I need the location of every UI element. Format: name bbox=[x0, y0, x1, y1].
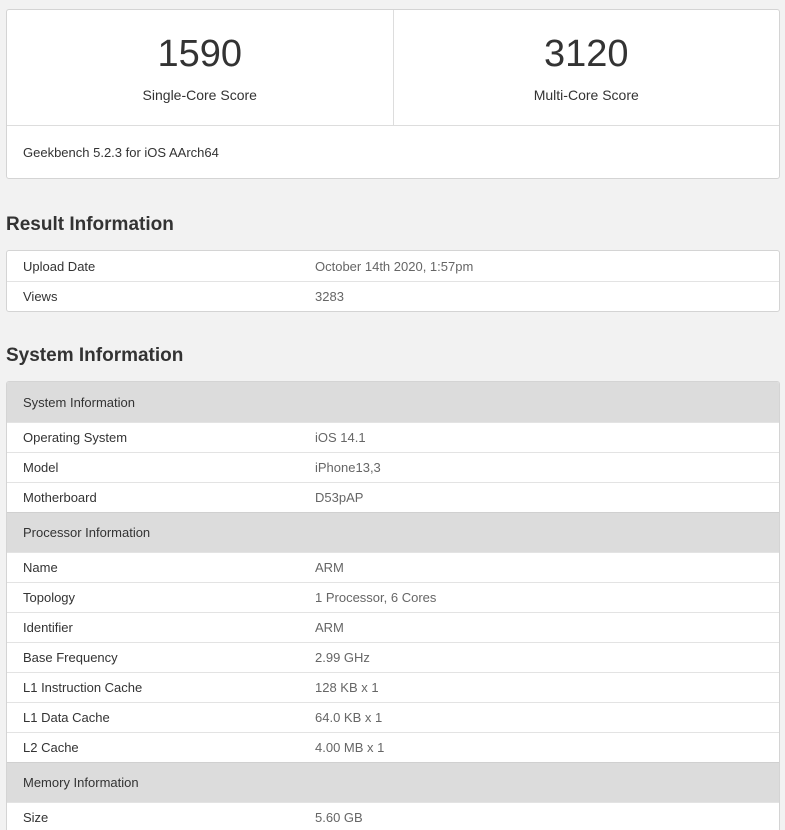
row-value: ARM bbox=[315, 620, 344, 635]
row-value: 1 Processor, 6 Cores bbox=[315, 590, 437, 605]
table-row: Size 5.60 GB bbox=[7, 802, 779, 830]
table-row: L1 Data Cache 64.0 KB x 1 bbox=[7, 702, 779, 732]
row-key: Motherboard bbox=[23, 490, 97, 505]
row-value: 64.0 KB x 1 bbox=[315, 710, 383, 725]
group-header-processor: Processor Information bbox=[7, 512, 779, 552]
table-row: Operating System iOS 14.1 bbox=[7, 422, 779, 452]
row-key: L2 Cache bbox=[23, 740, 79, 755]
row-key: Views bbox=[23, 289, 58, 304]
benchmark-version: Geekbench 5.2.3 for iOS AArch64 bbox=[23, 145, 219, 160]
result-information-table: Upload Date October 14th 2020, 1:57pm Vi… bbox=[6, 250, 780, 312]
result-information-title: Result Information bbox=[6, 214, 174, 235]
table-row: Upload Date October 14th 2020, 1:57pm bbox=[7, 251, 779, 281]
group-header-system: System Information bbox=[7, 382, 779, 422]
single-core-cell: 1590 Single-Core Score bbox=[7, 10, 393, 125]
table-row: Views 3283 bbox=[7, 281, 779, 311]
table-row: Motherboard D53pAP bbox=[7, 482, 779, 512]
row-key: Base Frequency bbox=[23, 650, 118, 665]
table-row: Name ARM bbox=[7, 552, 779, 582]
table-row: Topology 1 Processor, 6 Cores bbox=[7, 582, 779, 612]
row-key: Size bbox=[23, 810, 49, 825]
table-row: L1 Instruction Cache 128 KB x 1 bbox=[7, 672, 779, 702]
system-information-table: System Information Operating System iOS … bbox=[6, 381, 780, 830]
table-row: Identifier ARM bbox=[7, 612, 779, 642]
row-key: Topology bbox=[23, 590, 76, 605]
row-value: 3283 bbox=[315, 289, 344, 304]
table-row: L2 Cache 4.00 MB x 1 bbox=[7, 732, 779, 762]
row-key: Operating System bbox=[23, 430, 128, 445]
row-value: 128 KB x 1 bbox=[315, 680, 379, 695]
score-row: 1590 Single-Core Score 3120 Multi-Core S… bbox=[7, 10, 779, 126]
row-key: Model bbox=[23, 460, 59, 475]
row-value: D53pAP bbox=[315, 490, 364, 505]
page: 1590 Single-Core Score 3120 Multi-Core S… bbox=[0, 0, 785, 830]
row-value: iOS 14.1 bbox=[315, 430, 366, 445]
multi-core-score: 3120 bbox=[543, 33, 629, 75]
score-card: 1590 Single-Core Score 3120 Multi-Core S… bbox=[6, 9, 780, 179]
system-information-title: System Information bbox=[6, 345, 184, 366]
row-key: L1 Instruction Cache bbox=[23, 680, 143, 695]
single-core-label: Single-Core Score bbox=[142, 87, 257, 103]
row-value: 5.60 GB bbox=[315, 810, 363, 825]
table-row: Model iPhone13,3 bbox=[7, 452, 779, 482]
row-value: 2.99 GHz bbox=[315, 650, 370, 665]
single-core-score: 1590 bbox=[157, 33, 243, 75]
row-value: ARM bbox=[315, 560, 344, 575]
multi-core-label: Multi-Core Score bbox=[533, 87, 639, 103]
row-value: October 14th 2020, 1:57pm bbox=[315, 258, 474, 274]
row-value: 4.00 MB x 1 bbox=[315, 740, 385, 755]
row-value: iPhone13,3 bbox=[315, 460, 381, 475]
multi-core-cell: 3120 Multi-Core Score bbox=[392, 10, 780, 125]
row-key: Name bbox=[23, 560, 58, 575]
row-key: Identifier bbox=[23, 620, 73, 635]
table-row: Base Frequency 2.99 GHz bbox=[7, 642, 779, 672]
group-header-memory: Memory Information bbox=[7, 762, 779, 802]
row-key: Upload Date bbox=[23, 258, 96, 274]
row-key: L1 Data Cache bbox=[23, 710, 110, 725]
